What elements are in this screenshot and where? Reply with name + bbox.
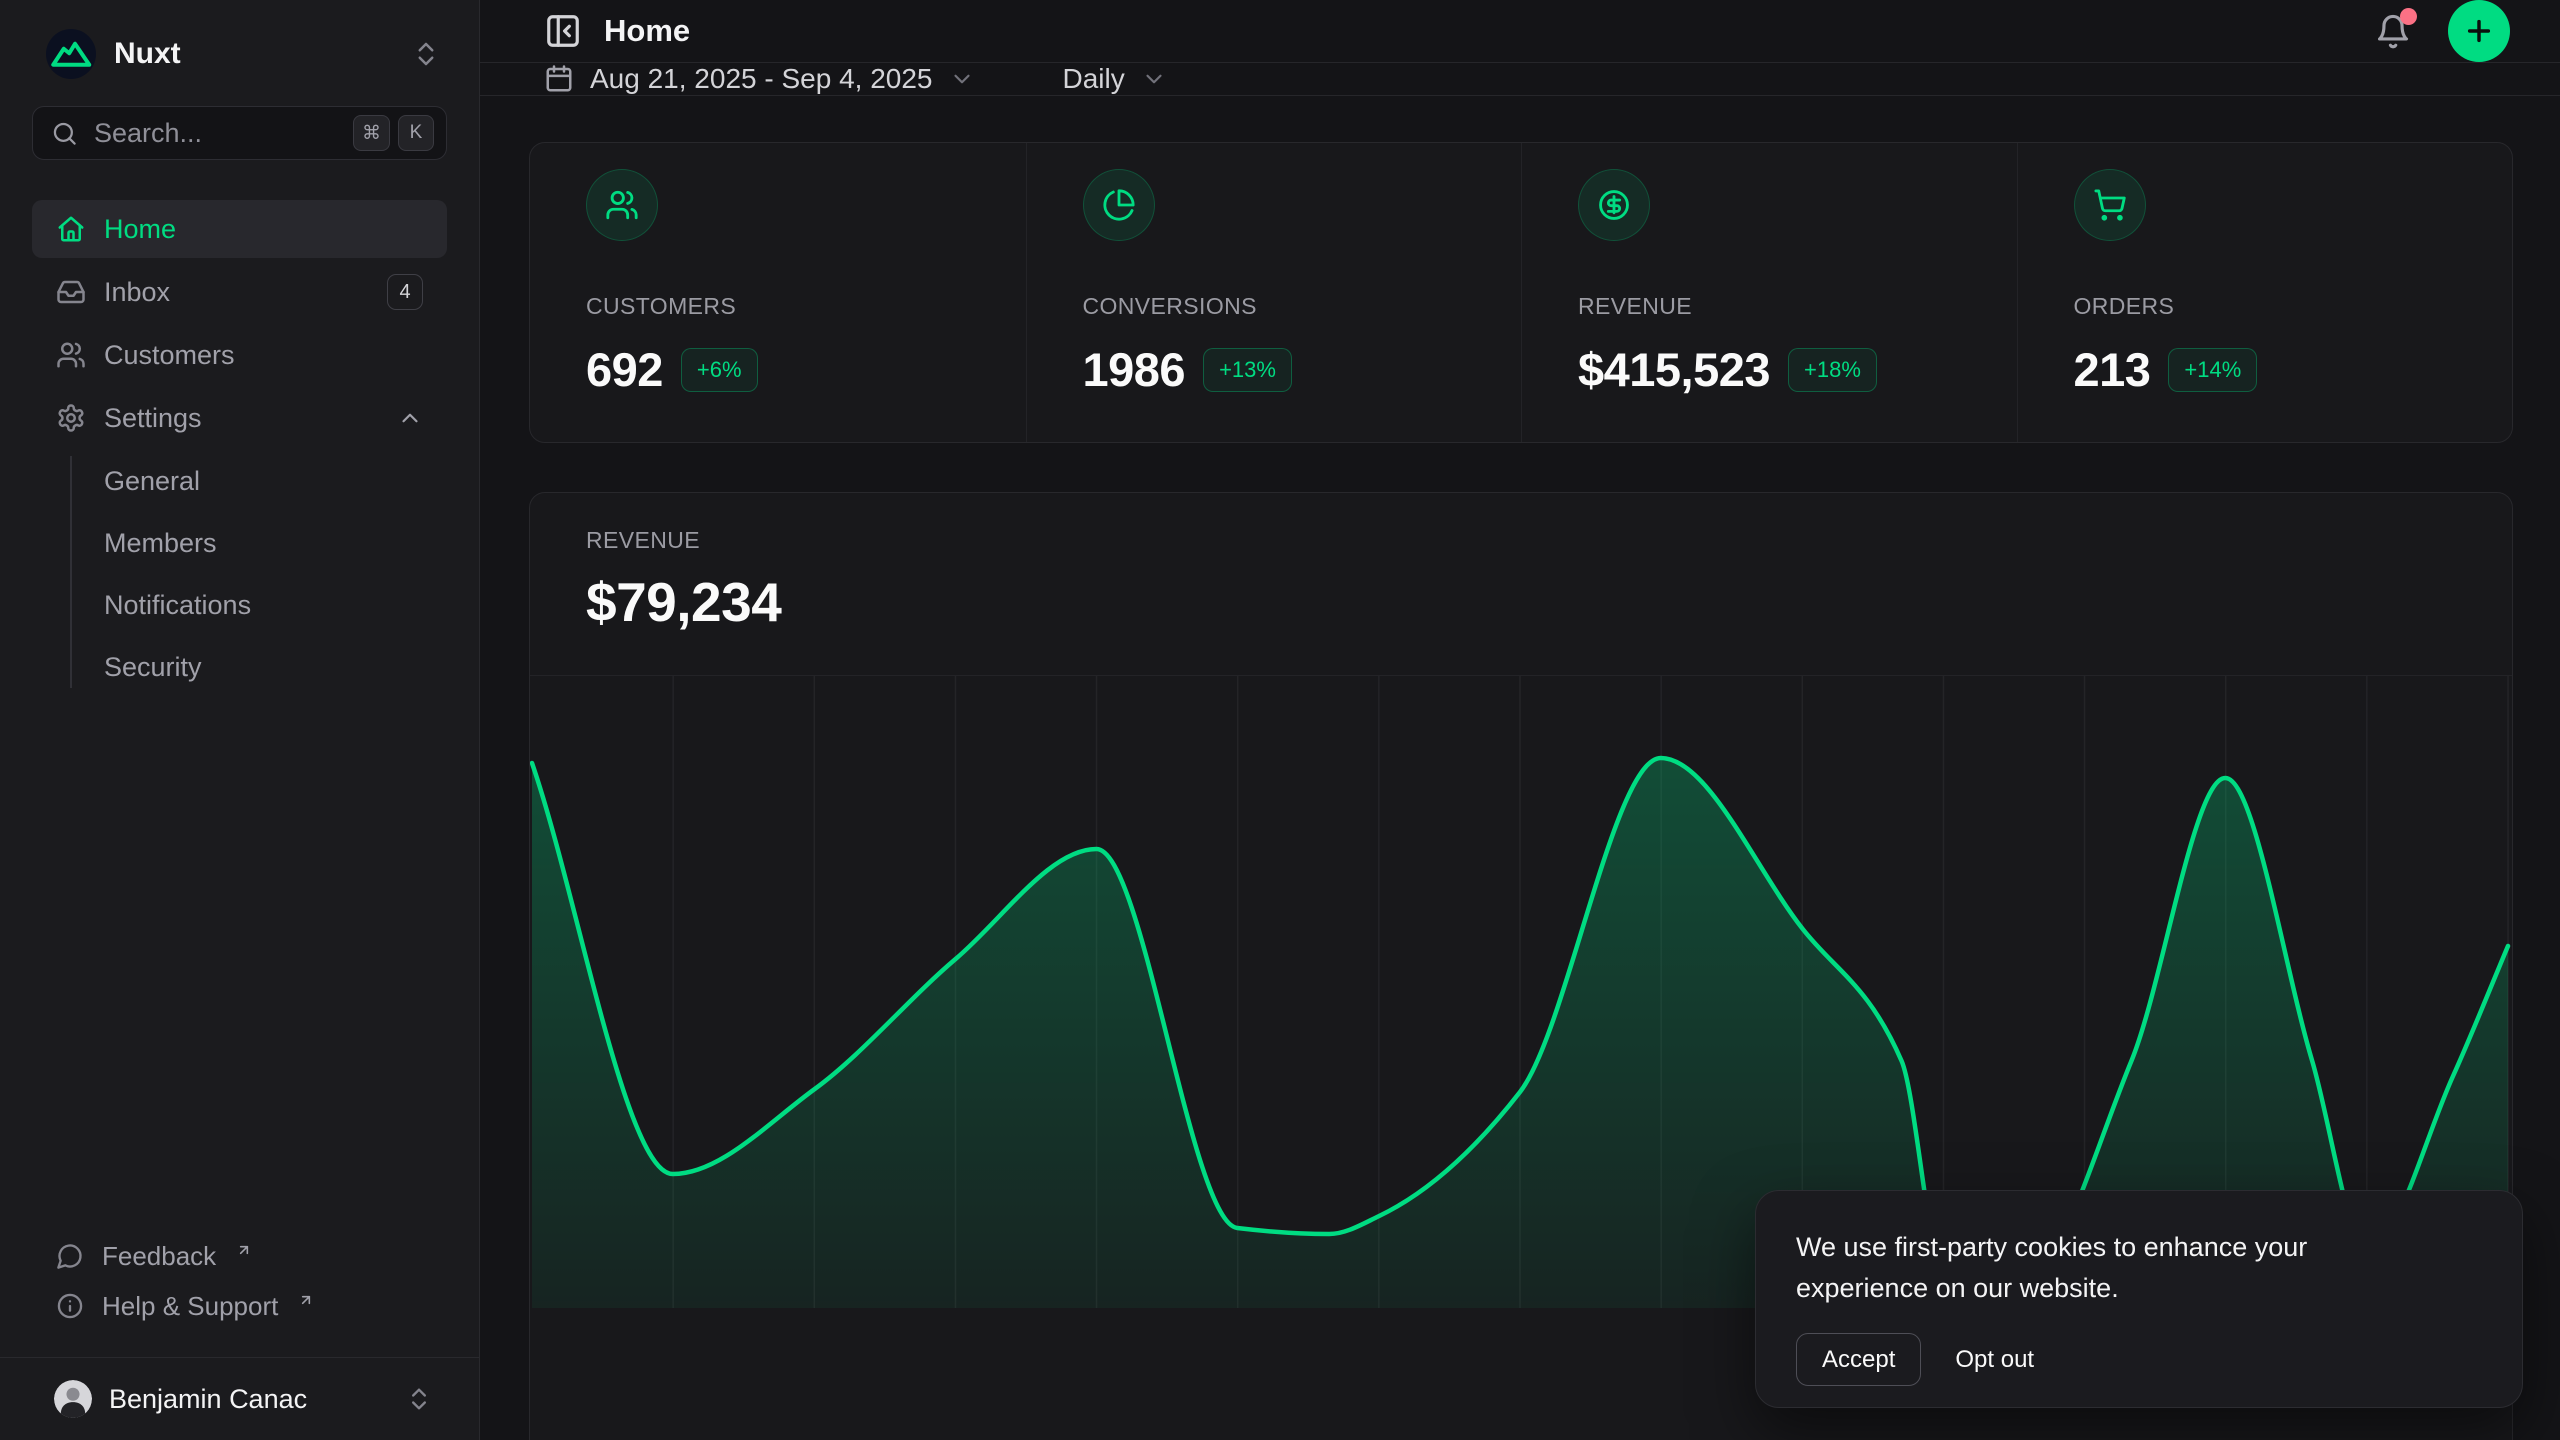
brand-name: Nuxt <box>114 37 181 71</box>
stat-label: CONVERSIONS <box>1083 293 1466 320</box>
external-link-icon <box>298 1284 314 1315</box>
sidebar-item-customers[interactable]: Customers <box>32 326 447 384</box>
granularity-value: Daily <box>1063 63 1125 95</box>
stat-delta-badge: +13% <box>1203 348 1292 392</box>
revenue-label: REVENUE <box>586 527 2456 554</box>
stat-value: $415,523 <box>1578 342 1770 397</box>
sidebar-item-settings[interactable]: Settings <box>32 389 447 447</box>
sidebar-nav: Home Inbox 4 Customers Settings <box>32 200 447 700</box>
search-shortcut: ⌘ K <box>353 115 434 151</box>
avatar <box>54 1380 92 1418</box>
chevron-down-icon <box>1141 66 1167 92</box>
chevron-up-icon[interactable] <box>397 405 423 431</box>
gear-icon <box>56 403 86 433</box>
notification-dot <box>2400 8 2417 25</box>
user-strip: Benjamin Canac <box>0 1357 479 1440</box>
shopping-cart-icon <box>2074 169 2146 241</box>
kbd-k: K <box>398 115 434 151</box>
stat-orders[interactable]: ORDERS 213 +14% <box>2017 143 2513 442</box>
revenue-chart-header: REVENUE $79,234 <box>530 493 2512 676</box>
cookie-banner: We use first-party cookies to enhance yo… <box>1755 1190 2523 1408</box>
add-button[interactable] <box>2448 0 2510 62</box>
granularity-select[interactable]: Daily <box>1063 63 1167 95</box>
home-icon <box>56 214 86 244</box>
pie-chart-icon <box>1083 169 1155 241</box>
sidebar-item-label: Settings <box>104 403 202 434</box>
chevrons-up-down-icon <box>405 1385 433 1413</box>
feedback-label: Feedback <box>102 1241 216 1272</box>
stat-delta-badge: +6% <box>681 348 758 392</box>
opt-out-button[interactable]: Opt out <box>1955 1346 2034 1374</box>
cookie-message: We use first-party cookies to enhance yo… <box>1796 1227 2386 1309</box>
page-header: Home <box>480 0 2560 63</box>
stat-label: REVENUE <box>1578 293 1961 320</box>
sidebar-item-label: Inbox <box>104 277 170 308</box>
stat-delta-badge: +14% <box>2168 348 2257 392</box>
users-icon <box>56 340 86 370</box>
stat-conversions[interactable]: CONVERSIONS 1986 +13% <box>1026 143 1522 442</box>
sidebar-item-security[interactable]: Security <box>32 638 447 696</box>
dollar-circle-icon <box>1578 169 1650 241</box>
info-icon <box>56 1292 84 1320</box>
sidebar-item-home[interactable]: Home <box>32 200 447 258</box>
stat-label: ORDERS <box>2074 293 2457 320</box>
help-support-link[interactable]: Help & Support <box>32 1281 447 1331</box>
sidebar-item-members[interactable]: Members <box>32 514 447 572</box>
sidebar-item-label: Customers <box>104 340 235 371</box>
chevrons-up-down-icon[interactable] <box>411 39 441 69</box>
sidebar-footer: Feedback Help & Support <box>32 1231 447 1357</box>
stat-value: 692 <box>586 342 663 397</box>
workspace-switcher[interactable]: Nuxt <box>32 26 447 82</box>
plus-icon <box>2463 15 2495 47</box>
user-menu[interactable]: Benjamin Canac <box>32 1380 447 1418</box>
calendar-icon <box>544 64 574 94</box>
date-range-value: Aug 21, 2025 - Sep 4, 2025 <box>590 63 933 95</box>
search-icon <box>51 120 78 147</box>
stats-card: CUSTOMERS 692 +6% CONVERSIONS 1986 +13% <box>529 142 2513 443</box>
user-name: Benjamin Canac <box>109 1384 307 1415</box>
inbox-icon <box>56 277 86 307</box>
feedback-link[interactable]: Feedback <box>32 1231 447 1281</box>
sidebar-item-notifications[interactable]: Notifications <box>32 576 447 634</box>
stat-customers[interactable]: CUSTOMERS 692 +6% <box>530 143 1026 442</box>
message-circle-icon <box>56 1242 84 1270</box>
notifications-button[interactable] <box>2374 12 2412 50</box>
settings-subnav: General Members Notifications Security <box>32 452 447 696</box>
collapse-sidebar-button[interactable] <box>544 12 582 50</box>
stat-revenue[interactable]: REVENUE $415,523 +18% <box>1521 143 2017 442</box>
sidebar-item-general[interactable]: General <box>32 452 447 510</box>
users-icon <box>586 169 658 241</box>
inbox-count-badge: 4 <box>387 274 423 310</box>
date-range-picker[interactable]: Aug 21, 2025 - Sep 4, 2025 <box>544 63 975 95</box>
page-title: Home <box>604 13 690 49</box>
filters-toolbar: Aug 21, 2025 - Sep 4, 2025 Daily <box>480 63 2560 96</box>
stat-delta-badge: +18% <box>1788 348 1877 392</box>
sidebar-item-label: Home <box>104 214 176 245</box>
search-placeholder: Search... <box>94 118 353 149</box>
sidebar: Nuxt Search... ⌘ K Home <box>0 0 480 1440</box>
sidebar-item-inbox[interactable]: Inbox 4 <box>32 263 447 321</box>
search-input[interactable]: Search... ⌘ K <box>32 106 447 160</box>
stat-value: 1986 <box>1083 342 1186 397</box>
chevron-down-icon <box>949 66 975 92</box>
revenue-value: $79,234 <box>586 570 2456 634</box>
stat-value: 213 <box>2074 342 2151 397</box>
stat-label: CUSTOMERS <box>586 293 970 320</box>
help-support-label: Help & Support <box>102 1291 278 1322</box>
accept-cookies-button[interactable]: Accept <box>1796 1333 1921 1386</box>
external-link-icon <box>236 1234 252 1265</box>
nuxt-logo-icon <box>46 29 96 79</box>
kbd-cmd: ⌘ <box>353 115 390 151</box>
